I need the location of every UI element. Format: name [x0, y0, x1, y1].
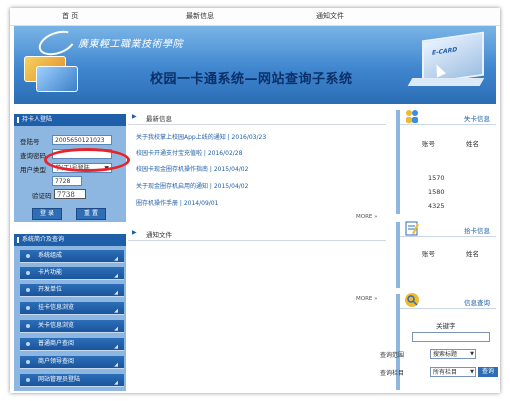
page: 首 页 最新信息 通知文件 廣東輕工職業技術學院 校园一卡通系统—网站查询子系统… [10, 8, 500, 393]
school-name: 廣東輕工職業技術學院 [78, 39, 183, 50]
captcha-image[interactable]: 7738 [54, 189, 86, 199]
menu-item-lost-card-browse[interactable]: 挂卡信息浏览 ◢ [20, 302, 124, 315]
password-label: 查询密码 [20, 152, 46, 160]
menu-item-close-card-browse[interactable]: 关卡信息浏览 ◢ [20, 320, 124, 333]
found-card-header: 拾卡信息 [400, 221, 496, 237]
scope-label: 查询范围 [380, 352, 405, 359]
lost-account-value: 4325 [428, 202, 445, 210]
lost-col-account: 账号 [422, 140, 435, 148]
column-label: 查询栏目 [380, 370, 405, 377]
news-item[interactable]: 校园卡现金圈存机操作指南 | 2015/04/02 [136, 164, 248, 173]
lost-card-header: 失卡信息 [400, 110, 496, 125]
arrow-right-icon: ▶ [132, 229, 137, 236]
login-header: 持卡人登陆 [14, 114, 126, 126]
lost-card-panel: 失卡信息 账号 姓名 1570 1580 4325 [396, 110, 496, 214]
card-icon [405, 221, 419, 236]
system-menu: 系统简介及查询 系统组成 ◢ 卡片功能 ◢ 开发单位 ◢ 挂卡信息浏览 ◢ 关卡信息浏览… [14, 234, 126, 391]
news-item[interactable]: 关于现金圈存机启用的通知 | 2015/04/02 [136, 181, 248, 190]
laptop-icon [422, 31, 484, 85]
menu-header: 系统简介及查询 [14, 234, 126, 246]
info-query-panel: 信息查询 关键字 查询范围 搜索标题 ▼ 查询栏目 所有栏目 ▼ 查询 [380, 293, 498, 390]
card-image [24, 56, 86, 96]
query-button[interactable]: 查询 [478, 367, 498, 377]
nav-home[interactable]: 首 页 [62, 11, 78, 21]
highlight-circle [44, 148, 130, 172]
top-nav: 首 页 最新信息 通知文件 [10, 8, 500, 26]
news-item[interactable]: 校园卡开通支付宝充值啦 | 2016/02/28 [136, 148, 242, 157]
lost-col-name: 姓名 [466, 140, 479, 148]
reset-button[interactable]: 重 置 [76, 208, 106, 220]
keyword-input[interactable] [412, 332, 490, 342]
found-card-panel: 拾卡信息 账号 姓名 [396, 221, 496, 288]
keyword-label: 关键字 [436, 322, 456, 330]
scope-select[interactable]: 搜索标题 ▼ [430, 349, 476, 359]
account-label: 登陆号 [20, 138, 40, 146]
header-banner: 廣東輕工職業技術學院 校园一卡通系统—网站查询子系统 E-CARD [14, 26, 496, 104]
menu-item-admin-login[interactable]: 网站管理员登陆 ◢ [20, 374, 124, 387]
notice-more-link[interactable]: MORE » [356, 296, 377, 302]
laptop-base [407, 78, 485, 86]
found-col-account: 账号 [422, 250, 435, 258]
usertype-label: 用户类型 [20, 166, 46, 174]
menu-item-merchant-leader-query[interactable]: 商户领导查阅 ◢ [20, 356, 124, 369]
menu-item-developer[interactable]: 开发单位 ◢ [20, 284, 124, 297]
info-query-header: 信息查询 [400, 293, 496, 309]
lost-account-value: 1580 [428, 188, 445, 196]
found-col-name: 姓名 [466, 250, 479, 258]
system-title: 校园一卡通系统—网站查询子系统 [150, 72, 353, 87]
news-more-link[interactable]: MORE » [356, 214, 377, 220]
school-logo-icon [35, 26, 79, 60]
news-item[interactable]: 圈存机操作手册 | 2014/09/01 [136, 198, 218, 207]
menu-item-merchant-query[interactable]: 普通商户查阅 ◢ [20, 338, 124, 351]
nav-notice[interactable]: 通知文件 [316, 11, 344, 21]
nav-latest-news[interactable]: 最新信息 [186, 11, 214, 21]
people-icon [406, 110, 418, 123]
news-item[interactable]: 关于我校掌上校园App上线的通知 | 2016/03/23 [136, 132, 266, 141]
column-select[interactable]: 所有栏目 ▼ [430, 367, 476, 377]
notice-header: ▶ 通知文件 [128, 228, 386, 241]
captcha-input[interactable]: 7728 [52, 176, 82, 186]
login-button[interactable]: 登 录 [32, 208, 62, 220]
menu-item-system-composition[interactable]: 系统组成 ◢ [20, 250, 124, 263]
arrow-right-icon: ▶ [132, 113, 137, 120]
account-input[interactable]: 2005650121023 [52, 135, 112, 145]
news-header: ▶ 最新信息 [128, 112, 386, 125]
search-icon [405, 293, 419, 307]
captcha-label: 验证码 [32, 192, 52, 200]
lost-account-value: 1570 [428, 174, 445, 182]
menu-item-card-function[interactable]: 卡片功能 ◢ [20, 267, 124, 280]
